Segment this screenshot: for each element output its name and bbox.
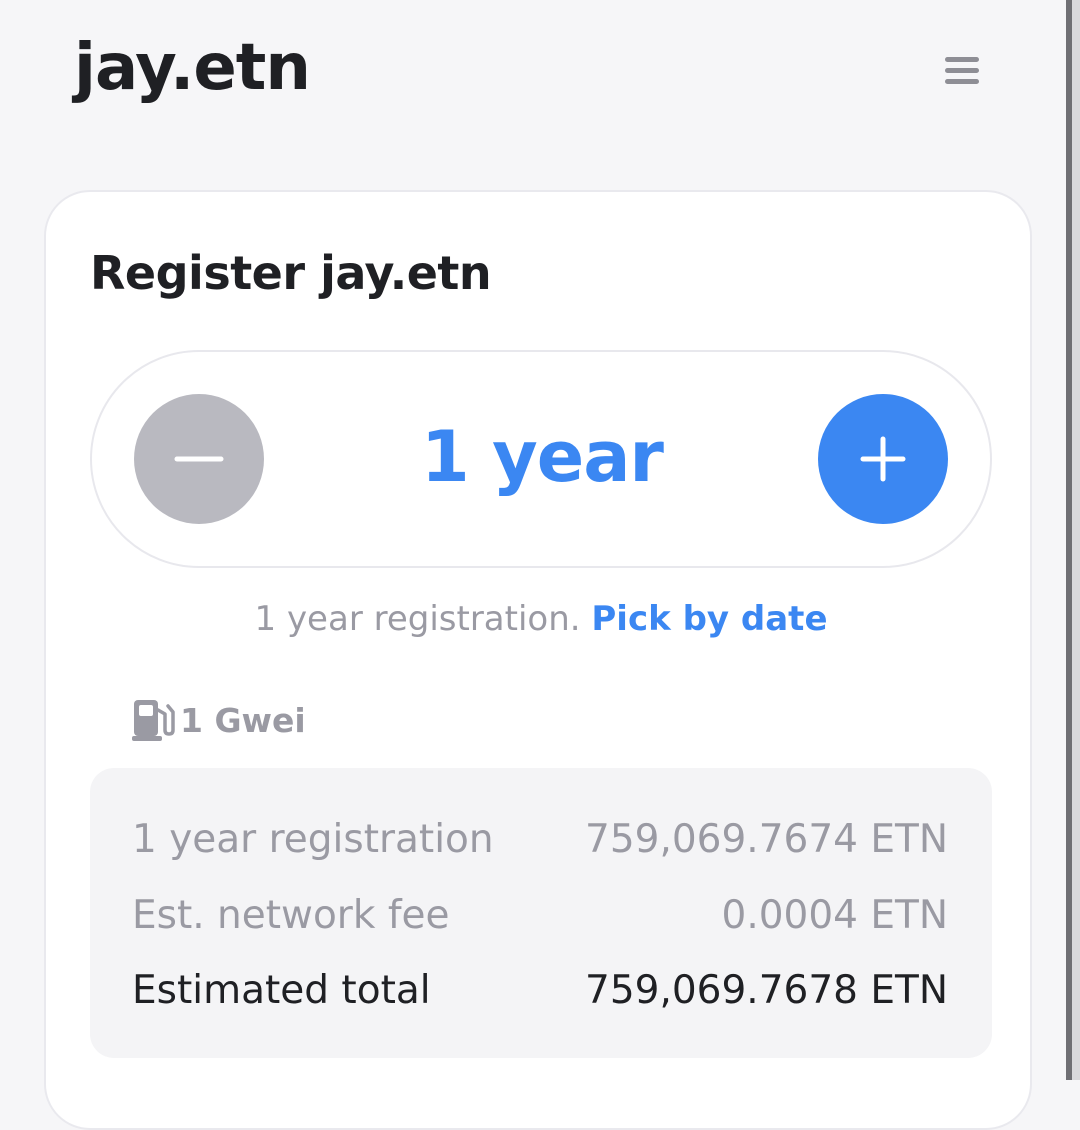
plus-icon (860, 436, 906, 482)
summary-value: 759,069.7678 ETN (585, 968, 948, 1013)
brand-logo[interactable]: jay.etn (74, 36, 311, 100)
gas-price: 1 Gwei (132, 698, 306, 742)
duration-value: 1 year (421, 416, 664, 498)
summary-value: 0.0004 ETN (721, 893, 949, 938)
pick-by-date-link[interactable]: Pick by date (591, 599, 827, 639)
increase-button[interactable] (818, 394, 948, 524)
duration-stepper: 1 year (90, 350, 992, 568)
summary-row-network-fee: Est. network fee 0.0004 ETN (132, 892, 948, 940)
menu-button[interactable] (938, 52, 986, 92)
gas-pump-icon (132, 700, 175, 741)
scrollbar[interactable] (1066, 0, 1080, 1080)
gas-price-label: 1 Gwei (180, 700, 306, 740)
summary-label: 1 year registration (132, 817, 494, 862)
register-card: Register jay.etn 1 year 1 year registrat… (44, 190, 1032, 1130)
duration-note: 1 year registration. Pick by date (90, 602, 992, 636)
summary-label: Estimated total (132, 968, 431, 1013)
summary-row-registration: 1 year registration 759,069.7674 ETN (132, 816, 948, 864)
hamburger-menu-icon (945, 57, 979, 62)
minus-icon (174, 456, 224, 462)
decrease-button[interactable] (134, 394, 264, 524)
card-title: Register jay.etn (90, 246, 492, 300)
summary-label: Est. network fee (132, 893, 450, 938)
summary-value: 759,069.7674 ETN (585, 817, 948, 862)
duration-note-text: 1 year registration. (254, 599, 581, 639)
price-summary: 1 year registration 759,069.7674 ETN Est… (90, 768, 992, 1058)
summary-row-total: Estimated total 759,069.7678 ETN (132, 967, 948, 1015)
